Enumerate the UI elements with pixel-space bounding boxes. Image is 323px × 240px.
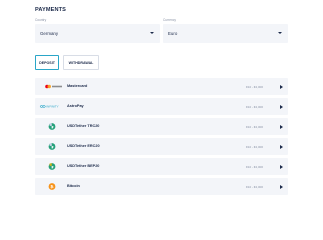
payment-method-row[interactable]: INFINITY AstroPay €10 - €2,000 (35, 98, 288, 115)
payment-method-name: USDTether BEP20 (67, 164, 100, 169)
currency-label: Currency (163, 18, 176, 22)
chevron-down-icon (278, 32, 282, 34)
chevron-down-icon (150, 32, 154, 34)
tab-deposit[interactable]: DEPOSIT (35, 55, 59, 70)
tether-logo: ₮ (48, 123, 56, 130)
infinity-logo-text: INFINITY (46, 105, 59, 109)
payment-method-range: €10 - €2,000 (246, 104, 263, 109)
country-label: Country (35, 18, 47, 22)
payment-method-name: USDTether TRC20 (67, 124, 100, 129)
payment-method-row[interactable]: ₮ USDTether BEP20 €10 - €2,000 (35, 158, 288, 175)
payment-method-row[interactable]: Mastercard €10 - €2,000 (35, 78, 288, 95)
payment-method-range: €10 - €2,000 (246, 124, 263, 129)
payment-method-name: AstroPay (67, 104, 84, 109)
bitcoin-logo: ₿ (48, 183, 56, 190)
payment-method-range: €10 - €2,000 (246, 144, 263, 149)
payment-method-name: USDTether ERC20 (67, 144, 100, 149)
payment-method-row[interactable]: ₮ USDTether TRC20 €10 - €2,000 (35, 118, 288, 135)
chevron-right-icon (280, 124, 283, 129)
tether-logo: ₮ (48, 163, 56, 170)
payment-method-range: €10 - €2,000 (246, 184, 263, 189)
tether-logo: ₮ (48, 143, 56, 150)
chevron-right-icon (280, 104, 283, 109)
payment-method-range: €10 - €2,000 (246, 164, 263, 169)
chevron-right-icon (280, 84, 283, 89)
currency-value: Euro (168, 31, 178, 36)
payment-method-name: Bitcoin (67, 184, 80, 189)
mastercard-logo (45, 84, 62, 89)
tab-withdrawal[interactable]: WITHDRAWAL (63, 55, 99, 70)
infinity-logo: INFINITY (39, 105, 59, 109)
chevron-right-icon (280, 184, 283, 189)
country-select[interactable]: Germany (35, 24, 160, 43)
payment-method-row[interactable]: ₿ Bitcoin €10 - €2,000 (35, 178, 288, 195)
page-title: PAYMENTS (35, 7, 66, 13)
country-value: Germany (40, 31, 59, 36)
payment-method-range: €10 - €2,000 (246, 84, 263, 89)
payment-method-row[interactable]: ₮ USDTether ERC20 €10 - €2,000 (35, 138, 288, 155)
currency-select[interactable]: Euro (163, 24, 288, 43)
payment-method-name: Mastercard (67, 84, 88, 89)
chevron-right-icon (280, 164, 283, 169)
chevron-right-icon (280, 144, 283, 149)
